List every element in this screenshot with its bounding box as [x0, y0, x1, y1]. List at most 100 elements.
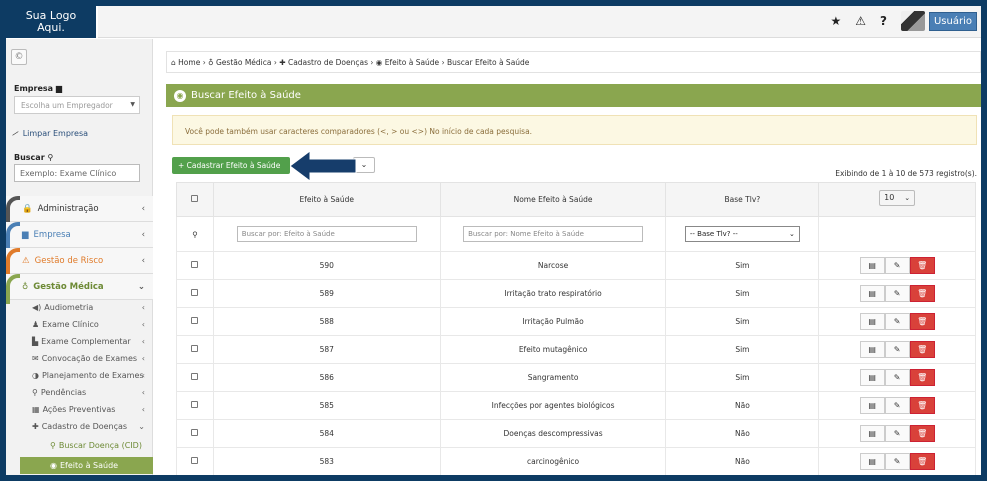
trash-icon[interactable]: 🗑: [909, 425, 935, 442]
row-checkbox[interactable]: [191, 261, 199, 268]
submenu-cadastro-doencas[interactable]: ✚ Cadastro de Doenças ⌄: [20, 418, 153, 435]
edit-icon[interactable]: ✎: [884, 453, 910, 470]
filter-empty-cell: [818, 216, 976, 252]
submenu-exame-complementar[interactable]: ▙ Exame Complementar ‹: [20, 333, 153, 350]
row-checkbox[interactable]: [191, 373, 199, 380]
edit-icon[interactable]: ✎: [884, 425, 910, 442]
row-checkbox[interactable]: [191, 429, 199, 436]
logo[interactable]: Sua Logo Aqui.: [6, 6, 98, 38]
row-checkbox[interactable]: [191, 317, 199, 324]
menu-gestao-risco[interactable]: ⚠ Gestão de Risco ‹: [6, 248, 153, 278]
page-title: Buscar Efeito à Saúde: [191, 90, 301, 101]
filter-base-cell: -- Base Tlv? -- ⌄: [665, 216, 820, 252]
chevron-left-icon: ‹: [141, 320, 145, 329]
view-details-icon[interactable]: ▤: [859, 341, 885, 358]
clear-empresa-link[interactable]: / Limpar Empresa: [11, 129, 89, 138]
brush-icon: /: [11, 129, 20, 138]
submenu-label: Pendências: [40, 388, 87, 397]
view-details-icon[interactable]: ▤: [859, 285, 885, 302]
submenu-convocacao[interactable]: ✉ Convocação de Exames ‹: [20, 350, 153, 367]
table-row: 587 Efeito mutagênico Sim ▤ ✎ 🗑: [176, 335, 976, 364]
filter-base-select[interactable]: -- Base Tlv? -- ⌄: [684, 226, 800, 242]
trash-icon[interactable]: 🗑: [909, 257, 935, 274]
breadcrumb-cadastro[interactable]: Cadastro de Doenças: [288, 58, 368, 67]
help-icon[interactable]: ?: [880, 14, 887, 28]
edit-icon[interactable]: ✎: [884, 397, 910, 414]
sidebar-search-input[interactable]: Exemplo: Exame Clínico: [14, 164, 140, 182]
trash-icon[interactable]: 🗑: [909, 453, 935, 470]
view-details-icon[interactable]: ▤: [859, 425, 885, 442]
row-actions: ▤ ✎ 🗑: [859, 369, 935, 386]
select-all-checkbox[interactable]: [191, 195, 199, 202]
cell-base: Sim: [665, 335, 820, 364]
submenu-acoes-preventivas[interactable]: ▦ Ações Preventivas ‹: [20, 401, 153, 418]
view-details-icon[interactable]: ▤: [859, 313, 885, 330]
trash-icon[interactable]: 🗑: [909, 397, 935, 414]
search-icon: ⚲: [50, 441, 56, 450]
row-checkbox-cell: [176, 363, 214, 392]
submenu-buscar-doenca[interactable]: ⚲ Buscar Doença (CID): [20, 437, 153, 454]
row-checkbox[interactable]: [191, 289, 199, 296]
cell-actions: ▤ ✎ 🗑: [818, 447, 976, 475]
header-base[interactable]: Base Tlv?: [665, 182, 820, 217]
results-table: Efeito à Saúde Nome Efeito à Saúde Base …: [176, 182, 976, 475]
menu-empresa[interactable]: ▆ Empresa ‹: [6, 222, 153, 252]
volume-icon: ◀): [32, 303, 42, 312]
clear-empresa-label: Limpar Empresa: [22, 129, 89, 138]
menu-administracao[interactable]: 🔒 Administração ‹: [6, 196, 153, 226]
cell-base: Não: [665, 391, 820, 420]
row-checkbox[interactable]: [191, 401, 199, 408]
breadcrumb-gestao[interactable]: Gestão Médica: [216, 58, 272, 67]
submenu-efeito-saude[interactable]: ◉ Efeito à Saúde: [20, 457, 153, 474]
target-icon: ◉: [174, 89, 186, 102]
user-menu-button[interactable]: Usuário: [928, 11, 977, 31]
empresa-select[interactable]: Escolha um Empregador ▼: [14, 96, 140, 114]
page-length-select[interactable]: 10 ⌄: [879, 190, 916, 206]
submenu-audiometria[interactable]: ◀) Audiometria ‹: [20, 299, 153, 316]
cell-base: Não: [665, 419, 820, 448]
view-details-icon[interactable]: ▤: [859, 453, 885, 470]
view-details-icon[interactable]: ▤: [859, 369, 885, 386]
edit-icon[interactable]: ✎: [884, 285, 910, 302]
trash-icon[interactable]: 🗑: [909, 341, 935, 358]
header-efeito[interactable]: Efeito à Saúde: [212, 182, 441, 217]
filter-nome-input[interactable]: Buscar por: Nome Efeito à Saúde: [463, 226, 644, 242]
edit-icon[interactable]: ✎: [884, 313, 910, 330]
cell-base: Não: [665, 447, 820, 475]
breadcrumb-home[interactable]: Home: [178, 58, 200, 67]
submenu-exame-clinico[interactable]: ♟ Exame Clínico ‹: [20, 316, 153, 333]
view-details-icon[interactable]: ▤: [859, 397, 885, 414]
row-checkbox[interactable]: [191, 345, 199, 352]
chevron-left-icon: ‹: [141, 303, 145, 312]
filter-efeito-input[interactable]: Buscar por: Efeito à Saúde: [236, 226, 417, 242]
table-row: 589 Irritação trato respiratório Sim ▤ ✎ 🗑: [176, 279, 976, 308]
top-actions: ★ ⚠ ? Usuário: [830, 11, 977, 31]
filter-nome-cell: Buscar por: Nome Efeito à Saúde: [439, 216, 667, 252]
submenu-label: Audiometria: [44, 303, 94, 312]
chevron-left-icon: ‹: [141, 354, 145, 363]
edit-icon[interactable]: ✎: [884, 341, 910, 358]
trash-icon[interactable]: 🗑: [909, 313, 935, 330]
circle-arrow-left-icon[interactable]: ©: [11, 49, 27, 65]
row-actions: ▤ ✎ 🗑: [859, 341, 935, 358]
add-efeito-button[interactable]: + Cadastrar Efeito à Saúde: [172, 157, 290, 174]
row-checkbox-cell: [176, 279, 214, 308]
warning-icon[interactable]: ⚠: [855, 14, 866, 28]
edit-icon[interactable]: ✎: [884, 369, 910, 386]
submenu-pendencias[interactable]: ⚲ Pendências ‹: [20, 384, 153, 401]
annotation-arrow-icon: [290, 150, 357, 182]
submenu-planejamento[interactable]: ◑ Planejamento de Exames ‹: [20, 367, 153, 384]
row-checkbox[interactable]: [191, 457, 199, 464]
breadcrumb-efeito[interactable]: Efeito à Saúde: [385, 58, 439, 67]
star-icon[interactable]: ★: [830, 14, 841, 28]
trash-icon[interactable]: 🗑: [909, 285, 935, 302]
trash-icon[interactable]: 🗑: [909, 369, 935, 386]
chevron-left-icon: ‹: [141, 229, 145, 240]
menu-gestao-medica[interactable]: ♁ Gestão Médica ⌄: [6, 274, 153, 304]
header-nome[interactable]: Nome Efeito à Saúde: [439, 182, 667, 217]
edit-icon[interactable]: ✎: [884, 257, 910, 274]
avatar[interactable]: [900, 11, 925, 31]
table-row: 586 Sangramento Sim ▤ ✎ 🗑: [176, 363, 976, 392]
cell-nome: carcinogênico: [439, 447, 667, 475]
view-details-icon[interactable]: ▤: [859, 257, 885, 274]
